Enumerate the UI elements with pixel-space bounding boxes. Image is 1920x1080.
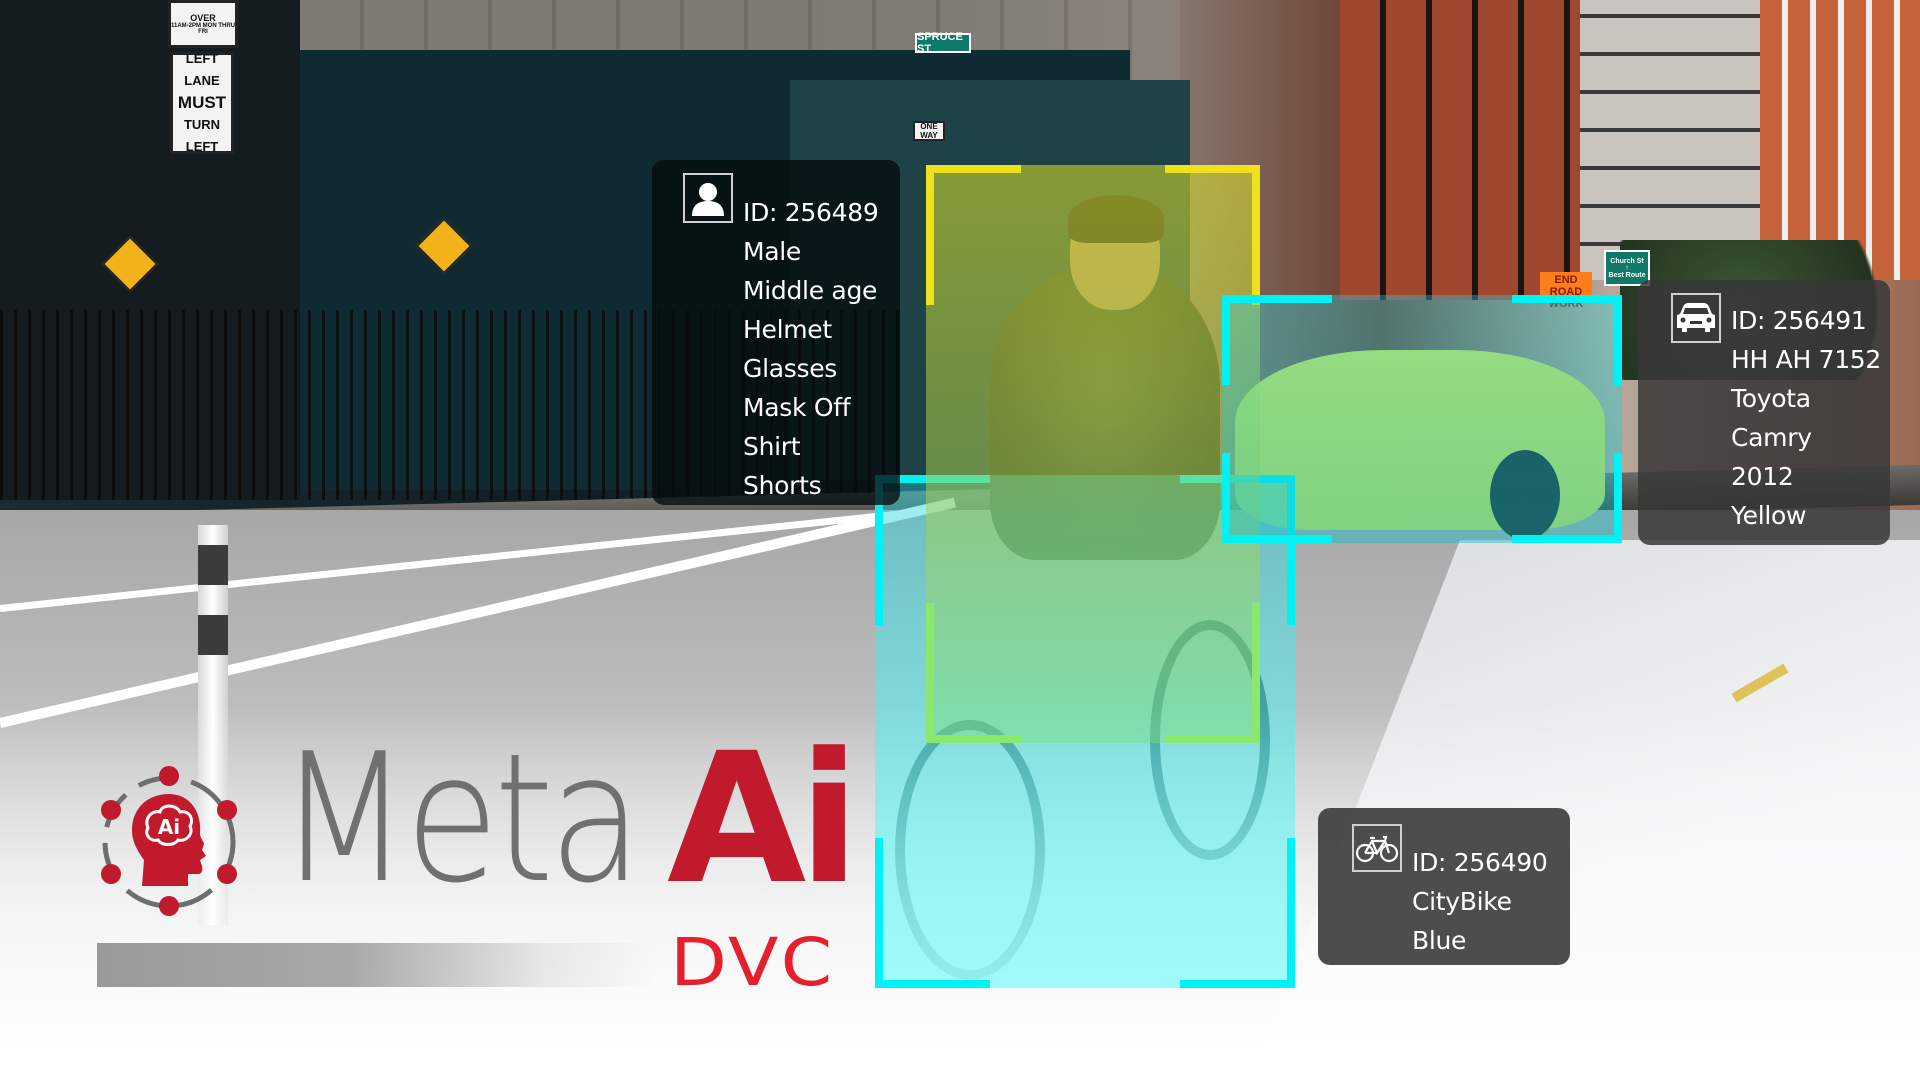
logo-word-meta: Meta	[278, 715, 643, 922]
attribute-brand: CityBike	[1412, 887, 1512, 916]
post-reflector	[198, 545, 228, 585]
attribute-top: Shirt	[743, 432, 801, 461]
person-icon	[683, 173, 733, 223]
sign-left-lane: LEFT LANE MUST TURN LEFT	[170, 51, 234, 154]
ai-head-icon: Ai	[101, 766, 237, 916]
sign-text: Church St	[1610, 257, 1644, 265]
attribute-color: Blue	[1412, 926, 1467, 955]
attribute-list: ID: 256489 Male Middle age Helmet Glasse…	[743, 193, 879, 505]
attribute-bottom: Shorts	[743, 471, 822, 500]
attribute-plate: HH AH 7152	[1731, 345, 1882, 374]
info-panel-car: ID: 256491 HH AH 7152 Toyota Camry 2012 …	[1638, 280, 1890, 545]
attribute-gender: Male	[743, 237, 802, 266]
post-reflector	[198, 615, 228, 655]
box-corner	[1222, 453, 1332, 543]
box-corner	[875, 838, 990, 988]
box-corner	[1180, 838, 1295, 988]
attribute-mask: Mask Off	[743, 393, 851, 422]
sign-text: LEFT LANE	[184, 51, 220, 88]
box-corner	[1165, 603, 1260, 743]
sign-text: 11AM-2PM MON THRU FRI	[171, 23, 236, 35]
attribute-color: Yellow	[1731, 501, 1807, 530]
detection-id: ID: 256491	[1731, 306, 1867, 335]
detection-box-person[interactable]	[926, 165, 1260, 743]
sign-spruce-st: SPRUCE ST	[915, 31, 971, 55]
sign-text: MUST	[177, 93, 227, 112]
detection-box-car[interactable]	[1222, 295, 1622, 543]
sign-text: END	[1554, 274, 1578, 286]
info-panel-person: ID: 256489 Male Middle age Helmet Glasse…	[652, 160, 900, 505]
car-icon-glyph	[1677, 303, 1715, 332]
box-corner	[1165, 165, 1260, 305]
brick-building	[1340, 0, 1580, 300]
box-corner	[1512, 295, 1622, 385]
detection-id: ID: 256489	[743, 198, 879, 227]
box-corner	[926, 603, 1021, 743]
attribute-model: Camry	[1731, 423, 1812, 452]
arrow-up-icon: ↑	[1625, 264, 1629, 272]
attribute-year: 2012	[1731, 462, 1794, 491]
info-panel-bicycle: ID: 256490 CityBike Blue	[1318, 808, 1570, 965]
attribute-age: Middle age	[743, 276, 878, 305]
sign-text: SPRUCE ST	[917, 31, 963, 55]
logo-word-ai: Ai	[667, 715, 860, 924]
ai-icon-text: Ai	[158, 815, 180, 839]
attribute-helmet: Helmet	[743, 315, 832, 344]
attribute-list: ID: 256490 CityBike Blue	[1412, 843, 1548, 960]
detection-id: ID: 256490	[1412, 848, 1548, 877]
bicycle-icon-glyph	[1355, 835, 1399, 863]
attribute-glasses: Glasses	[743, 354, 837, 383]
box-corner	[1222, 295, 1332, 385]
sign-text: OVER	[190, 13, 216, 23]
car-icon	[1671, 293, 1721, 343]
logo-subtitle-dvc: DVC	[670, 924, 835, 1001]
attribute-make: Toyota	[1731, 384, 1811, 413]
sign-text: ONE WAY	[920, 122, 938, 140]
sign-text: Best Route	[1608, 271, 1646, 279]
orange-building	[1760, 0, 1920, 280]
box-corner	[926, 165, 1021, 305]
white-building	[1580, 0, 1760, 280]
attribute-list: ID: 256491 HH AH 7152 Toyota Camry 2012 …	[1731, 301, 1881, 535]
box-corner	[1512, 453, 1622, 543]
sign-no-turn: OVER 11AM-2PM MON THRU FRI	[168, 0, 238, 48]
sign-one-way: ONE WAY	[913, 121, 945, 141]
person-icon-glyph	[692, 183, 724, 216]
bicycle-icon	[1352, 824, 1402, 872]
sign-text: TURN LEFT	[183, 117, 221, 154]
logo-underline-bar	[97, 943, 657, 987]
